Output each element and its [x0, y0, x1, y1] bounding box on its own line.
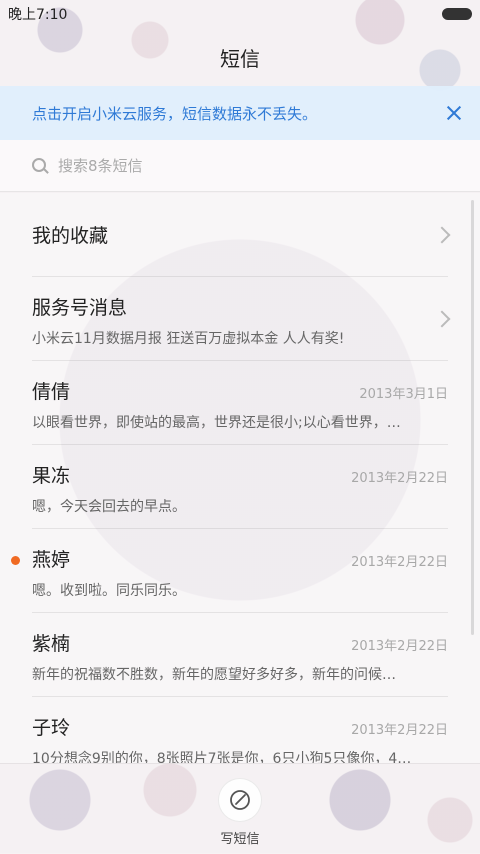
favorites-row[interactable]: 我的收藏: [32, 193, 451, 277]
message-date: 2013年2月22日: [351, 639, 448, 654]
bottom-bar: 写短信: [0, 763, 480, 854]
service-label: 服务号消息: [32, 297, 128, 319]
conversation-row[interactable]: 倩倩 2013年3月1日 以眼看世界，即使站的最高，世界还是很小;以心看世界，…: [32, 361, 448, 445]
message-date: 2013年2月22日: [351, 555, 448, 570]
service-messages-row[interactable]: 服务号消息 小米云11月数据月报 狂送百万虚拟本金 人人有奖!: [32, 277, 451, 361]
status-time: 晚上7:10: [8, 7, 68, 23]
cloud-service-banner[interactable]: 点击开启小米云服务，短信数据永不丢失。: [0, 86, 480, 140]
message-preview: 以眼看世界，即使站的最高，世界还是很小;以心看世界，…: [32, 415, 401, 431]
message-date: 2013年2月22日: [351, 471, 448, 486]
conversation-row[interactable]: 子玲 2013年2月22日 10分想念9别的你，8张照片7张是你，6只小狗5只像…: [32, 697, 448, 763]
contact-name: 果冻: [32, 465, 71, 487]
conversation-row[interactable]: 果冻 2013年2月22日 嗯，今天会回去的早点。: [32, 445, 448, 529]
contact-name: 子玲: [32, 717, 71, 739]
message-preview: 嗯。收到啦。同乐同乐。: [32, 583, 186, 599]
message-preview: 新年的祝福数不胜数，新年的愿望好多好多，新年的问候…: [32, 667, 396, 683]
status-bar: 晚上7:10: [0, 0, 480, 28]
banner-text[interactable]: 点击开启小米云服务，短信数据永不丢失。: [32, 103, 317, 124]
conversation-row[interactable]: 燕婷 2013年2月22日 嗯。收到啦。同乐同乐。: [11, 529, 448, 613]
search-bar[interactable]: 搜索8条短信: [0, 140, 480, 192]
scrollbar[interactable]: [471, 200, 474, 635]
battery-icon: [442, 8, 472, 20]
contact-name: 紫楠: [32, 633, 71, 655]
contact-name: 倩倩: [32, 381, 71, 403]
compose-label: 写短信: [220, 832, 260, 847]
search-input[interactable]: 搜索8条短信: [58, 155, 143, 176]
compose-icon[interactable]: [218, 778, 262, 822]
conversation-list: 我的收藏 服务号消息 小米云11月数据月报 狂送百万虚拟本金 人人有奖! 倩倩 …: [0, 193, 480, 763]
message-date: 2013年3月1日: [359, 387, 448, 402]
conversation-row[interactable]: 紫楠 2013年2月22日 新年的祝福数不胜数，新年的愿望好多好多，新年的问候…: [32, 613, 448, 697]
message-preview: 嗯，今天会回去的早点。: [32, 499, 186, 515]
close-icon[interactable]: [442, 101, 466, 125]
contact-name: 燕婷: [32, 549, 71, 571]
page-title: 短信: [220, 46, 260, 71]
chevron-right-icon: [433, 226, 451, 243]
title-bar: 短信: [0, 28, 480, 86]
service-preview: 小米云11月数据月报 狂送百万虚拟本金 人人有奖!: [32, 331, 345, 347]
unread-dot-icon: [11, 556, 20, 565]
compose-button[interactable]: 写短信: [218, 778, 262, 848]
message-date: 2013年2月22日: [351, 723, 448, 738]
search-icon: [32, 157, 48, 174]
favorites-label: 我的收藏: [32, 225, 109, 247]
message-preview: 10分想念9别的你，8张照片7张是你，6只小狗5只像你，4…: [32, 751, 412, 763]
